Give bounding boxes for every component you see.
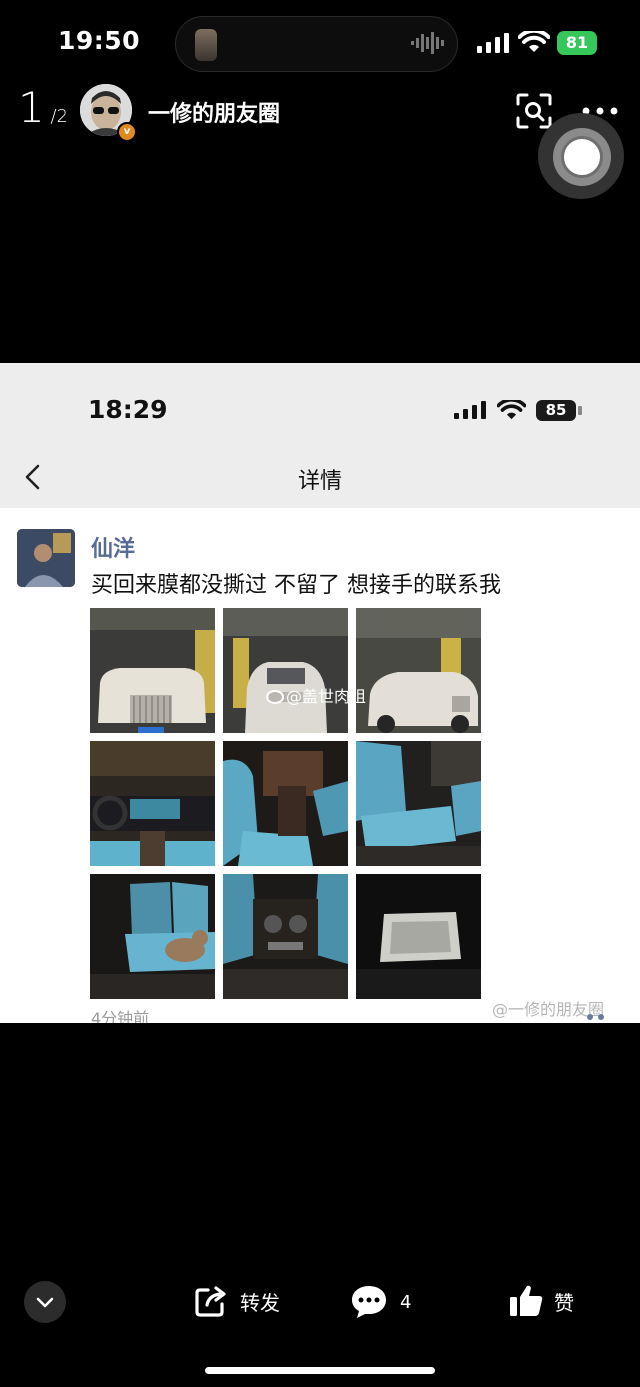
post-time-ago: 4分钟前 (91, 1009, 150, 1023)
photo-rear-cabin[interactable] (356, 741, 481, 866)
waveform-icon (411, 32, 444, 54)
comment-icon (352, 1286, 386, 1318)
inner-battery-indicator: 85 (536, 400, 576, 421)
nav-title: 详情 (297, 469, 342, 494)
like-label: 赞 (554, 1290, 574, 1315)
post-author-name[interactable]: 仙洋 (91, 531, 135, 563)
home-indicator[interactable] (205, 1367, 435, 1374)
now-playing-thumbnail (195, 29, 217, 61)
watermark-center-text: @盖世肉姐 (286, 687, 367, 706)
page-indicator: 1 /2 (18, 83, 68, 132)
verified-badge: v (117, 122, 137, 142)
page-current: 1 (18, 83, 45, 132)
forward-button[interactable]: 转发 (194, 1284, 280, 1318)
photo-rear-view[interactable] (223, 608, 348, 733)
forward-label: 转发 (240, 1290, 280, 1315)
photo-rear-console[interactable] (223, 874, 348, 999)
owner-name[interactable]: 一修的朋友圈 (148, 96, 280, 128)
like-button[interactable]: 赞 (508, 1283, 574, 1319)
inner-status-time: 18:29 (88, 395, 168, 424)
inner-wifi-icon (497, 400, 526, 420)
inner-battery-tip-icon (578, 406, 582, 415)
thumbs-up-icon (510, 1285, 543, 1316)
photo-dashboard[interactable] (90, 741, 215, 866)
watermark-center: @盖世肉姐 (266, 683, 366, 707)
comment-count: 4 (400, 1291, 412, 1313)
status-time: 19:50 (58, 26, 141, 55)
post-author-avatar[interactable] (17, 529, 75, 587)
photo-trunk[interactable] (356, 874, 481, 999)
page-total: 2 (56, 106, 68, 127)
photo-rear-seats[interactable] (90, 874, 215, 999)
battery-indicator: 81 (557, 31, 597, 55)
collapse-button[interactable] (24, 1281, 66, 1323)
weibo-logo-icon (266, 690, 284, 704)
post-more-icon[interactable] (586, 1014, 608, 1020)
photo-front-view[interactable] (90, 608, 215, 733)
inner-battery-level: 85 (545, 401, 567, 419)
comment-button[interactable]: 4 (350, 1284, 411, 1320)
wifi-icon (518, 31, 550, 52)
inner-signal-icon (454, 401, 486, 419)
photo-side-view[interactable] (356, 608, 481, 733)
post-text: 买回来膜都没撕过 不留了 想接手的联系我 (91, 573, 501, 598)
scan-icon[interactable] (516, 93, 552, 129)
chevron-down-icon (36, 1297, 54, 1308)
shared-screenshot[interactable]: 18:29 85 详情 仙洋 买回来膜都没撕过 不留了 想接手的联系我 @盖世肉… (0, 363, 640, 1023)
photo-front-seats[interactable] (223, 741, 348, 866)
share-icon (195, 1286, 226, 1317)
battery-level: 81 (565, 33, 589, 52)
signal-icon (477, 33, 509, 53)
assistive-touch-core (561, 136, 603, 178)
